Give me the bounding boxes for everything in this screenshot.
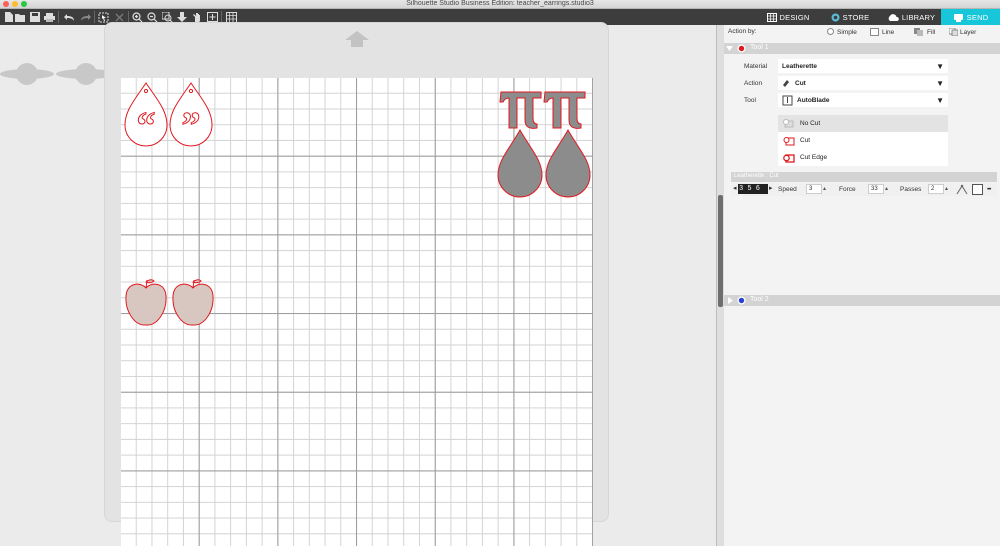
grid-icon (766, 12, 777, 22)
speed-input[interactable]: 3 (806, 184, 822, 194)
redo-icon[interactable] (78, 10, 92, 24)
action-value: Cut (795, 79, 806, 87)
blade-icon (783, 80, 789, 87)
action-no-cut[interactable]: No Cut (778, 115, 948, 132)
tool1-title: Tool 1 (750, 44, 769, 51)
tool1-indicator-icon (737, 44, 746, 53)
action-by-label: Action by: (728, 28, 757, 35)
tool1-header[interactable]: Tool 1 (724, 43, 1000, 54)
blade-increase-button[interactable]: ▸ (769, 184, 773, 192)
action-cut[interactable]: Cut (778, 132, 948, 149)
tab-store[interactable]: STORE (820, 9, 880, 25)
collapse-triangle-icon[interactable] (727, 297, 734, 304)
cut-icon (783, 136, 795, 145)
line-mode-icon[interactable] (870, 28, 879, 36)
vertical-scrollbar[interactable] (716, 25, 724, 546)
save-icon[interactable] (28, 10, 42, 24)
mat-designs: “ ” (124, 82, 591, 326)
action-cut-edge-label: Cut Edge (800, 154, 828, 161)
no-cut-icon (783, 119, 794, 128)
speed-label: Speed (778, 186, 797, 193)
passes-stepper[interactable]: ▴ (945, 185, 948, 192)
blade-depth-display[interactable]: 3 5 6 7 (738, 184, 768, 203)
tool-value: AutoBlade (797, 96, 830, 104)
tab-library[interactable]: LIBRARY (882, 9, 940, 25)
mode-simple-label: Simple (837, 29, 857, 36)
open-icon[interactable] (13, 10, 27, 24)
tab-send-label: SEND (966, 12, 989, 22)
cloud-icon (888, 14, 899, 21)
mode-simple-radio[interactable] (827, 28, 834, 35)
apple-earrings[interactable] (125, 279, 214, 326)
passes-label: Passes (900, 186, 922, 193)
quote-earrings[interactable]: “ ” (124, 82, 213, 148)
tab-design-label: DESIGN (779, 12, 810, 22)
tool-label: Tool (744, 97, 756, 104)
pi-earrings[interactable] (497, 91, 591, 198)
tool2-title: Tool 2 (750, 296, 769, 303)
blade-decrease-button[interactable]: ◂ (733, 184, 737, 192)
action-select[interactable]: Cut ▼ (778, 76, 948, 90)
planet-earring-shapes[interactable] (0, 55, 120, 95)
send-panel: Action by: Simple Line Fill Layer Tool 1… (724, 25, 1000, 546)
speed-stepper[interactable]: ▴ (823, 185, 826, 192)
mat-feed-arrow-icon (345, 31, 369, 47)
expand-triangle-icon[interactable] (726, 45, 733, 52)
store-icon (831, 13, 840, 21)
dropdown-arrow-icon: ▼ (936, 96, 944, 105)
action-cut-label: Cut (800, 137, 811, 144)
material-value: Leatherette (782, 62, 818, 70)
mode-fill-label: Fill (927, 29, 936, 36)
tool-select[interactable]: AutoBlade ▼ (778, 93, 948, 107)
action-label: Action (744, 80, 763, 87)
tool2-header[interactable]: Tool 2 (724, 295, 1000, 306)
layer-mode-icon[interactable] (949, 28, 958, 36)
force-label: Force (839, 186, 856, 193)
preview-box-icon[interactable] (972, 184, 983, 195)
mode-layer-label: Layer (960, 29, 977, 36)
dropdown-arrow-icon: ▼ (936, 62, 944, 71)
svg-text:”: ” (182, 105, 201, 147)
tab-send[interactable]: SEND (941, 9, 1000, 25)
dropdown-arrow-icon: ▼ (936, 79, 944, 88)
mode-line-label: Line (882, 29, 895, 36)
tab-design[interactable]: DESIGN (758, 9, 818, 25)
autoblade-icon (782, 95, 793, 105)
force-input[interactable]: 33 (868, 184, 884, 194)
tool2-indicator-icon (737, 296, 746, 305)
tab-library-label: LIBRARY (901, 12, 936, 22)
tab-store-label: STORE (842, 12, 870, 22)
action-no-cut-label: No Cut (800, 120, 821, 127)
fill-mode-icon[interactable] (914, 28, 923, 36)
material-select[interactable]: Leatherette ▼ (778, 59, 948, 73)
window-titlebar: Silhouette Studio Business Edition: teac… (0, 0, 1000, 9)
svg-text:“: “ (137, 105, 156, 147)
undo-icon[interactable] (62, 10, 76, 24)
passes-input[interactable]: 2 (928, 184, 944, 194)
settings-title: Leatherette : Cut (731, 172, 997, 182)
more-options-icon[interactable]: ••• (987, 187, 991, 193)
scrollbar-thumb[interactable] (718, 195, 723, 307)
cut-settings-row: ◂ 3 5 6 7 ▸ Speed 3 ▴ Force 33 ▴ Passes … (731, 183, 997, 203)
send-icon (953, 13, 963, 22)
material-label: Material (744, 63, 768, 70)
line-segment-icon[interactable] (956, 184, 968, 195)
cut-edge-icon (783, 153, 795, 163)
print-icon[interactable] (42, 10, 56, 24)
force-stepper[interactable]: ▴ (885, 185, 888, 192)
action-cut-edge[interactable]: Cut Edge (778, 149, 948, 166)
window-title: Silhouette Studio Business Edition: teac… (406, 0, 594, 7)
